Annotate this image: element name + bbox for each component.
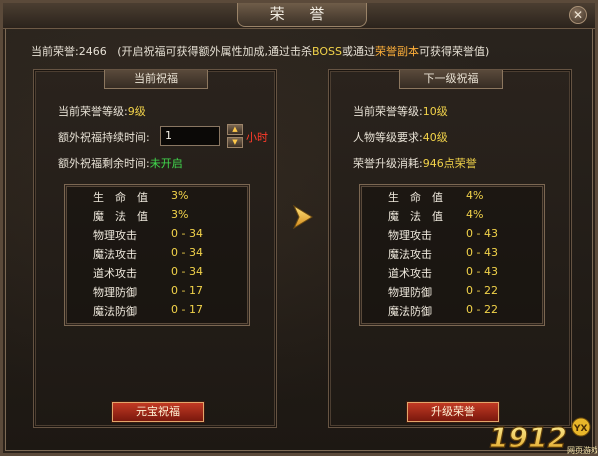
note-suffix: 可获得荣誉值)	[419, 45, 490, 58]
stat-name: 魔法防御	[93, 305, 137, 318]
stat-value: 0 - 22	[466, 303, 498, 316]
stat-value: 3%	[171, 189, 189, 202]
remain-value: 未开启	[149, 157, 183, 170]
remain-row: 额外祝福剩余时间:未开启	[58, 155, 183, 171]
yuanbao-blessing-button[interactable]: 元宝祝福	[112, 402, 204, 422]
current-blessing-panel: 当前祝福 当前荣誉等级:9级 额外祝福持续时间: 1 ▲ ▼ 小时 额外祝福剩余…	[33, 69, 277, 428]
note-mid: 或通过	[342, 45, 375, 58]
logo-number: 1912	[489, 421, 567, 454]
title-bar: 荣 誉 ✕	[3, 3, 595, 29]
stat-row: 生 命 值 4%	[360, 189, 544, 207]
stat-name: 物理防御	[93, 286, 137, 299]
stat-value: 0 - 34	[171, 227, 203, 240]
stat-row: 道术攻击 0 - 43	[360, 265, 544, 283]
stat-name: 物理攻击	[388, 229, 432, 242]
stat-row: 物理攻击 0 - 34	[65, 227, 249, 245]
stat-row: 魔法防御 0 - 22	[360, 303, 544, 321]
stat-row: 魔法攻击 0 - 43	[360, 246, 544, 264]
note-prefix: (开启祝福可获得额外属性加成,通过击杀	[117, 45, 313, 58]
stat-row: 魔法防御 0 - 17	[65, 303, 249, 321]
stat-value: 4%	[466, 189, 484, 202]
stat-row: 道术攻击 0 - 34	[65, 265, 249, 283]
remain-label: 额外祝福剩余时间:	[58, 157, 150, 170]
stat-value: 0 - 17	[171, 284, 203, 297]
stat-name: 魔法攻击	[388, 248, 432, 261]
panel-header-next: 下一级祝福	[399, 70, 503, 89]
stat-value: 0 - 34	[171, 265, 203, 278]
next-level-value: 10级	[422, 105, 448, 118]
current-stats-box: 生 命 值 3% 魔 法 值 3% 物理攻击 0 - 34 魔法攻击 0 - 34 道术…	[64, 184, 250, 326]
spin-down-icon[interactable]: ▼	[227, 137, 243, 148]
next-stats-box: 生 命 值 4% 魔 法 值 4% 物理攻击 0 - 43 魔法攻击 0 - 43 道术…	[359, 184, 545, 326]
honor-value: 2466	[78, 45, 107, 58]
stat-name: 物理防御	[388, 286, 432, 299]
note-dungeon: 荣誉副本	[375, 45, 419, 58]
stat-name: 魔法攻击	[93, 248, 137, 261]
duration-unit: 小时	[246, 131, 268, 144]
logo-sub: 网页游戏	[567, 445, 597, 455]
stat-row: 魔 法 值 4%	[360, 208, 544, 226]
level-requirement-row: 人物等级要求:40级	[353, 129, 448, 145]
duration-label: 额外祝福持续时间:	[58, 131, 150, 144]
current-level-label: 当前荣誉等级:	[58, 105, 128, 118]
spin-up-icon[interactable]: ▲	[227, 124, 243, 135]
req-label: 人物等级要求:	[353, 131, 423, 144]
panel-header-current: 当前祝福	[104, 70, 208, 89]
stat-name: 物理攻击	[93, 229, 137, 242]
stat-value: 0 - 34	[171, 246, 203, 259]
site-logo: 1912 YX 网页游戏	[488, 417, 597, 455]
stat-name: 魔法防御	[388, 305, 432, 318]
stat-row: 生 命 值 3%	[65, 189, 249, 207]
stat-name: 道术攻击	[93, 267, 137, 280]
note-boss: BOSS	[312, 45, 342, 58]
stat-value: 0 - 43	[466, 246, 498, 259]
stat-value: 3%	[171, 208, 189, 221]
stat-row: 物理攻击 0 - 43	[360, 227, 544, 245]
logo-badge: YX	[573, 424, 588, 434]
upgrade-cost-row: 荣誉升级消耗:946点荣誉	[353, 155, 477, 171]
stat-value: 0 - 22	[466, 284, 498, 297]
duration-input[interactable]: 1	[160, 126, 220, 146]
stat-value: 0 - 43	[466, 265, 498, 278]
cost-label: 荣誉升级消耗:	[353, 157, 423, 170]
stat-row: 物理防御 0 - 22	[360, 284, 544, 302]
req-value: 40级	[422, 131, 448, 144]
stat-name: 魔 法 值	[93, 210, 148, 223]
honor-summary: 当前荣誉:2466 (开启祝福可获得额外属性加成,通过击杀BOSS或通过荣誉副本…	[31, 43, 489, 59]
window-title: 荣 誉	[237, 3, 367, 27]
stat-row: 魔 法 值 3%	[65, 208, 249, 226]
stat-value: 0 - 17	[171, 303, 203, 316]
cost-value: 946点荣誉	[422, 157, 477, 170]
honor-window: 荣 誉 ✕ 当前荣誉:2466 (开启祝福可获得额外属性加成,通过击杀BOSS或…	[0, 0, 598, 456]
next-blessing-panel: 下一级祝福 当前荣誉等级:10级 人物等级要求:40级 荣誉升级消耗:946点荣…	[328, 69, 572, 428]
honor-label: 当前荣誉:	[31, 45, 79, 58]
stat-name: 生 命 值	[93, 191, 148, 204]
next-level-label: 当前荣誉等级:	[353, 105, 423, 118]
stat-row: 魔法攻击 0 - 34	[65, 246, 249, 264]
stat-row: 物理防御 0 - 17	[65, 284, 249, 302]
close-icon[interactable]: ✕	[569, 6, 587, 24]
stat-name: 道术攻击	[388, 267, 432, 280]
stat-value: 4%	[466, 208, 484, 221]
stat-name: 魔 法 值	[388, 210, 443, 223]
stat-name: 生 命 值	[388, 191, 443, 204]
stat-value: 0 - 43	[466, 227, 498, 240]
next-level-row: 当前荣誉等级:10级	[353, 103, 448, 119]
current-level-row: 当前荣誉等级:9级	[58, 103, 146, 119]
current-level-value: 9级	[127, 105, 146, 118]
arrow-right-icon	[293, 205, 313, 229]
